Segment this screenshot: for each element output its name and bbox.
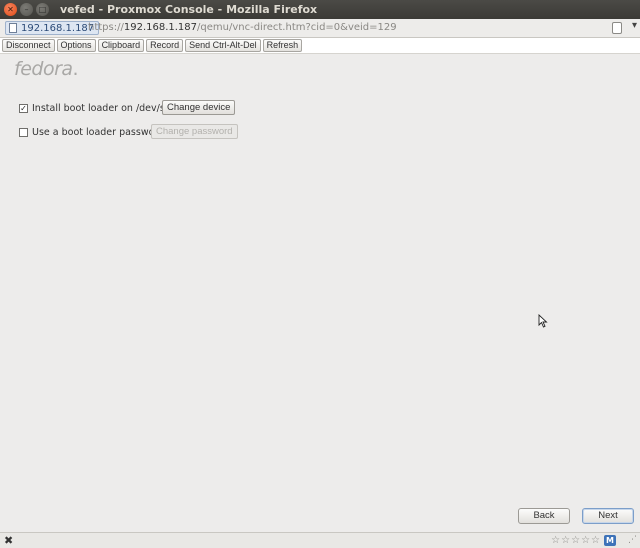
boot-loader-password-option[interactable]: Use a boot loader password <box>19 127 164 138</box>
addon-icon[interactable]: M <box>604 535 616 546</box>
bookmark-icon[interactable] <box>612 22 622 34</box>
install-boot-loader-option[interactable]: ✓ Install boot loader on /dev/sda. <box>19 103 180 114</box>
site-identity-label: 192.168.1.187 <box>21 22 95 34</box>
url-prefix: https:// <box>88 22 124 33</box>
boot-loader-password-checkbox[interactable] <box>19 128 28 137</box>
fedora-logo: fedora. <box>14 58 79 80</box>
change-password-button: Change password <box>151 124 238 139</box>
url-input[interactable]: https://192.168.1.187/qemu/vnc-direct.ht… <box>88 22 397 33</box>
star-icon[interactable]: ☆ <box>561 535 570 546</box>
url-host: 192.168.1.187 <box>123 22 198 33</box>
window-minimize-button[interactable]: – <box>20 3 33 16</box>
window-titlebar: ✕ – □ vefed - Proxmox Console - Mozilla … <box>0 0 640 19</box>
status-bar: ✖ ☆ ☆ ☆ ☆ ☆ M ⋰ <box>0 532 640 548</box>
star-icon[interactable]: ☆ <box>551 535 560 546</box>
star-icon[interactable]: ☆ <box>581 535 590 546</box>
page-icon <box>9 23 17 33</box>
install-boot-loader-checkbox[interactable]: ✓ <box>19 104 28 113</box>
options-button[interactable]: Options <box>56 39 96 52</box>
window-title: vefed - Proxmox Console - Mozilla Firefo… <box>60 3 318 16</box>
url-bar: 192.168.1.187 https://192.168.1.187/qemu… <box>0 19 640 38</box>
star-icon[interactable]: ☆ <box>571 535 580 546</box>
record-button[interactable]: Record <box>146 39 184 52</box>
mouse-pointer-icon <box>538 314 548 328</box>
vnc-console[interactable]: fedora. ✓ Install boot loader on /dev/sd… <box>0 54 640 532</box>
install-boot-loader-label: Install boot loader on /dev/sda. <box>32 103 180 114</box>
window-maximize-button[interactable]: □ <box>36 3 49 16</box>
rating-stars[interactable]: ☆ ☆ ☆ ☆ ☆ <box>551 535 600 546</box>
boot-loader-password-label: Use a boot loader password <box>32 127 165 138</box>
close-icon[interactable]: ✖ <box>4 534 13 547</box>
clipboard-button[interactable]: Clipboard <box>97 39 145 52</box>
change-device-button[interactable]: Change device <box>162 100 236 115</box>
refresh-button[interactable]: Refresh <box>262 39 303 52</box>
window-close-button[interactable]: ✕ <box>4 3 17 16</box>
send-ctrl-alt-del-button[interactable]: Send Ctrl-Alt-Del <box>185 39 261 52</box>
fedora-logo-dot: . <box>72 58 79 80</box>
fedora-logo-text: fedora <box>14 58 73 80</box>
disconnect-button[interactable]: Disconnect <box>2 39 55 52</box>
window-controls: ✕ – □ <box>4 3 49 16</box>
chevron-down-icon[interactable]: ▾ <box>632 20 637 31</box>
resize-grip-icon[interactable]: ⋰ <box>628 536 637 545</box>
back-button[interactable]: Back <box>518 508 570 524</box>
star-icon[interactable]: ☆ <box>591 535 600 546</box>
next-button[interactable]: Next <box>582 508 634 524</box>
vnc-toolbar: Disconnect Options Clipboard Record Send… <box>0 38 640 54</box>
url-path: /qemu/vnc-direct.htm?cid=0&veid=129 <box>197 22 397 33</box>
site-identity-button[interactable]: 192.168.1.187 <box>5 21 100 35</box>
